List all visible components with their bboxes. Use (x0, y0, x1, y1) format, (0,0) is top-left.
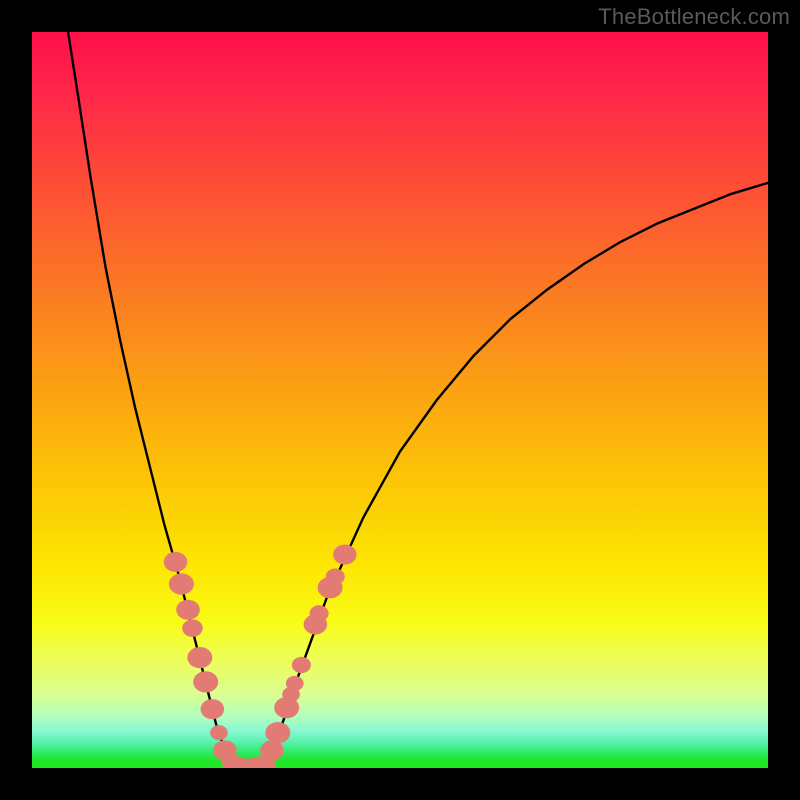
bead-marker (187, 647, 212, 668)
bead-marker (169, 573, 194, 594)
bead-marker (286, 676, 304, 691)
chart-svg (32, 32, 768, 768)
bead-marker (292, 657, 311, 673)
bead-marker (309, 605, 328, 621)
bead-marker (176, 600, 200, 620)
bead-marker (333, 545, 357, 565)
chart-frame: TheBottleneck.com (0, 0, 800, 800)
bead-marker (265, 722, 290, 743)
bead-marker (260, 740, 284, 760)
bead-marker (201, 699, 225, 719)
bead-marker (193, 671, 218, 692)
bead-marker (210, 725, 228, 740)
bead-marker (182, 619, 203, 637)
bead-marker (164, 552, 188, 572)
curve-group (68, 32, 768, 768)
bead-group (164, 545, 357, 768)
watermark-text: TheBottleneck.com (598, 4, 790, 30)
plot-area (32, 32, 768, 768)
bead-marker (326, 569, 345, 585)
bottleneck-curve (68, 32, 768, 768)
